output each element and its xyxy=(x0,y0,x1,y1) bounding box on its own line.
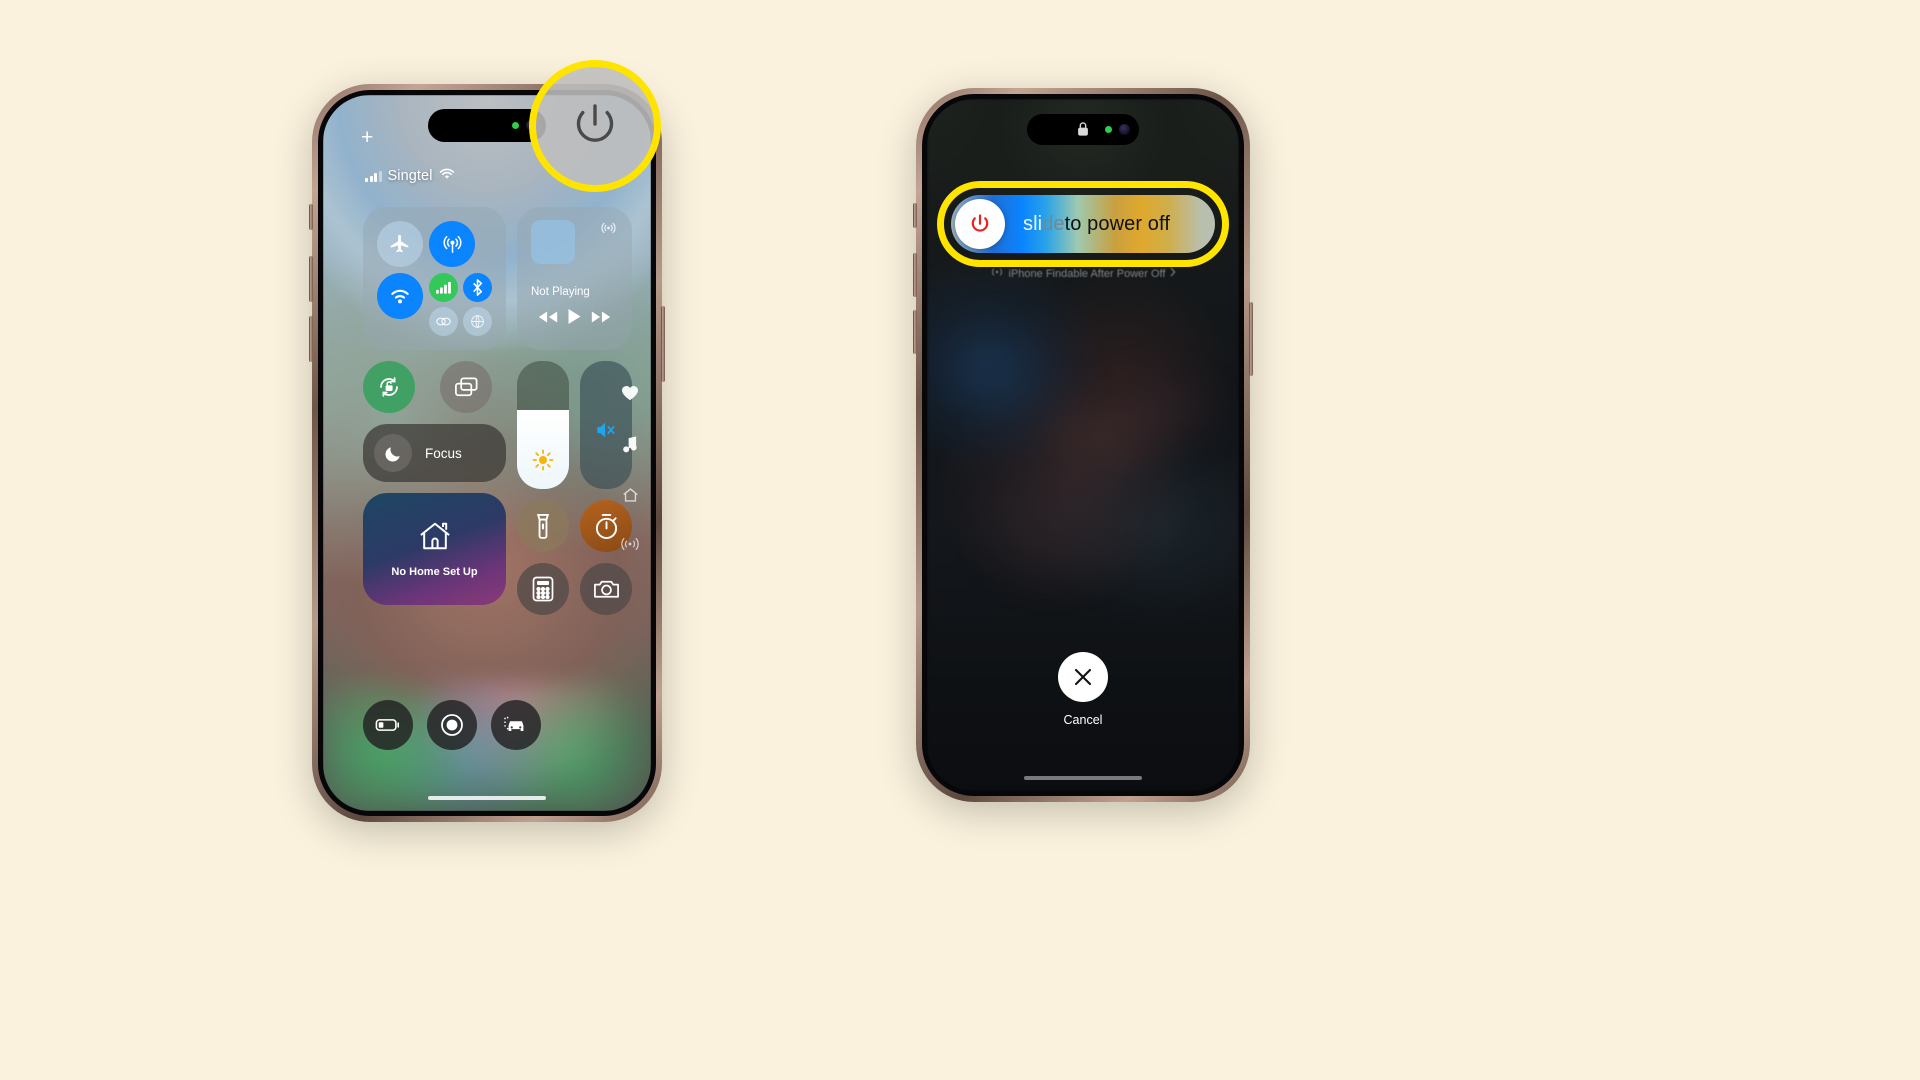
rotation-lock-toggle[interactable] xyxy=(363,361,415,413)
slide-to-power-off-label: sli de to power off xyxy=(1023,212,1170,235)
shortcut-grid xyxy=(517,500,632,615)
car-parking-icon[interactable] xyxy=(491,700,541,750)
close-x-icon[interactable] xyxy=(1058,652,1108,702)
phone1-bezel: + Singtel Not Playing Focus No Home Set … xyxy=(318,90,656,816)
wallpaper-right-rail xyxy=(621,385,639,556)
wifi-toggle[interactable] xyxy=(377,273,423,319)
slider-row xyxy=(517,361,632,489)
brightness-slider[interactable] xyxy=(517,361,569,489)
green-camera-indicator-dot xyxy=(512,122,519,129)
rewind-icon[interactable] xyxy=(537,310,559,329)
home-indicator-2[interactable] xyxy=(1024,776,1142,780)
personal-hotspot-toggle[interactable] xyxy=(463,307,492,336)
now-playing-label: Not Playing xyxy=(531,286,590,298)
bluetooth-toggle[interactable] xyxy=(463,273,492,302)
green-camera-indicator-dot-2 xyxy=(1105,126,1112,133)
cancel-label: Cancel xyxy=(1063,713,1103,727)
side-power-button[interactable] xyxy=(661,306,665,382)
right-controls-column xyxy=(517,361,632,615)
side-power-button-2[interactable] xyxy=(1249,302,1253,376)
home-indicator[interactable] xyxy=(428,796,546,800)
findable-text: iPhone Findable After Power Off xyxy=(1008,267,1166,280)
volume-down-button-2[interactable] xyxy=(913,310,917,354)
findable-notice: iPhone Findable After Power Off xyxy=(927,267,1239,280)
control-center-grid: Not Playing Focus No Home Set Up xyxy=(363,207,632,615)
vpn-toggle[interactable] xyxy=(429,307,458,336)
wifi-icon xyxy=(439,168,455,184)
moon-icon xyxy=(374,434,412,472)
findmy-waves-icon xyxy=(990,267,1004,280)
fast-forward-icon[interactable] xyxy=(590,310,612,329)
airplane-mode-toggle[interactable] xyxy=(377,221,423,267)
home-label: No Home Set Up xyxy=(391,566,478,578)
status-bar: Singtel xyxy=(365,168,455,184)
cellular-data-toggle[interactable] xyxy=(429,273,458,302)
chevron-right-icon xyxy=(1170,267,1176,280)
phone2-screen: sli de to power off iPhone Findable After… xyxy=(927,99,1239,791)
iphone-left-device: + Singtel Not Playing Focus No Home Set … xyxy=(309,84,665,822)
screen-record-icon[interactable] xyxy=(427,700,477,750)
camera-icon[interactable] xyxy=(580,563,632,615)
screen-mirroring-button[interactable] xyxy=(440,361,492,413)
add-control-plus-icon[interactable]: + xyxy=(361,127,373,148)
left-controls-column: Focus No Home Set Up xyxy=(363,361,506,615)
cancel-control[interactable]: Cancel xyxy=(927,652,1239,727)
silent-switch[interactable] xyxy=(309,204,313,230)
airdrop-toggle[interactable] xyxy=(429,221,475,267)
heart-icon xyxy=(621,385,639,406)
power-button-highlight xyxy=(529,60,661,192)
flashlight-icon[interactable] xyxy=(517,500,569,552)
carrier-name: Singtel xyxy=(387,168,433,184)
play-icon[interactable] xyxy=(567,308,582,330)
phone2-bezel: sli de to power off iPhone Findable After… xyxy=(922,94,1244,796)
cellular-bars-icon xyxy=(365,170,382,182)
focus-control[interactable]: Focus xyxy=(363,424,506,482)
lock-icon xyxy=(1077,121,1090,142)
volume-up-button[interactable] xyxy=(309,256,313,302)
home-control[interactable]: No Home Set Up xyxy=(363,493,506,605)
volume-up-button-2[interactable] xyxy=(913,253,917,297)
phone1-screen: + Singtel Not Playing Focus No Home Set … xyxy=(323,95,651,811)
album-art-placeholder xyxy=(531,220,575,264)
silent-switch-2[interactable] xyxy=(913,203,917,228)
power-icon-red xyxy=(971,214,989,232)
media-transport-controls xyxy=(531,308,618,330)
music-note-icon xyxy=(622,435,638,458)
broadcast-icon xyxy=(621,537,639,556)
connectivity-sub-grid xyxy=(429,273,492,336)
house-icon xyxy=(417,520,453,557)
connectivity-module xyxy=(363,207,506,350)
airplay-output-icon[interactable] xyxy=(599,220,618,244)
power-off-slider[interactable]: sli de to power off xyxy=(951,195,1215,253)
calculator-icon[interactable] xyxy=(517,563,569,615)
focus-label: Focus xyxy=(425,445,462,461)
home-small-icon xyxy=(622,487,639,508)
battery-low-power-icon[interactable] xyxy=(363,700,413,750)
iphone-right-device: sli de to power off iPhone Findable After… xyxy=(913,88,1253,802)
slider-track[interactable]: sli de to power off xyxy=(951,195,1215,253)
media-playback-module[interactable]: Not Playing xyxy=(517,207,632,350)
power-icon xyxy=(576,104,614,142)
speaker-mute-icon xyxy=(595,420,617,445)
lock-mirror-row xyxy=(363,361,506,413)
slider-knob[interactable] xyxy=(955,199,1005,249)
volume-down-button[interactable] xyxy=(309,316,313,362)
front-camera-lens-2 xyxy=(1119,124,1130,135)
bottom-shortcut-row xyxy=(363,700,541,750)
sun-icon xyxy=(532,449,554,476)
